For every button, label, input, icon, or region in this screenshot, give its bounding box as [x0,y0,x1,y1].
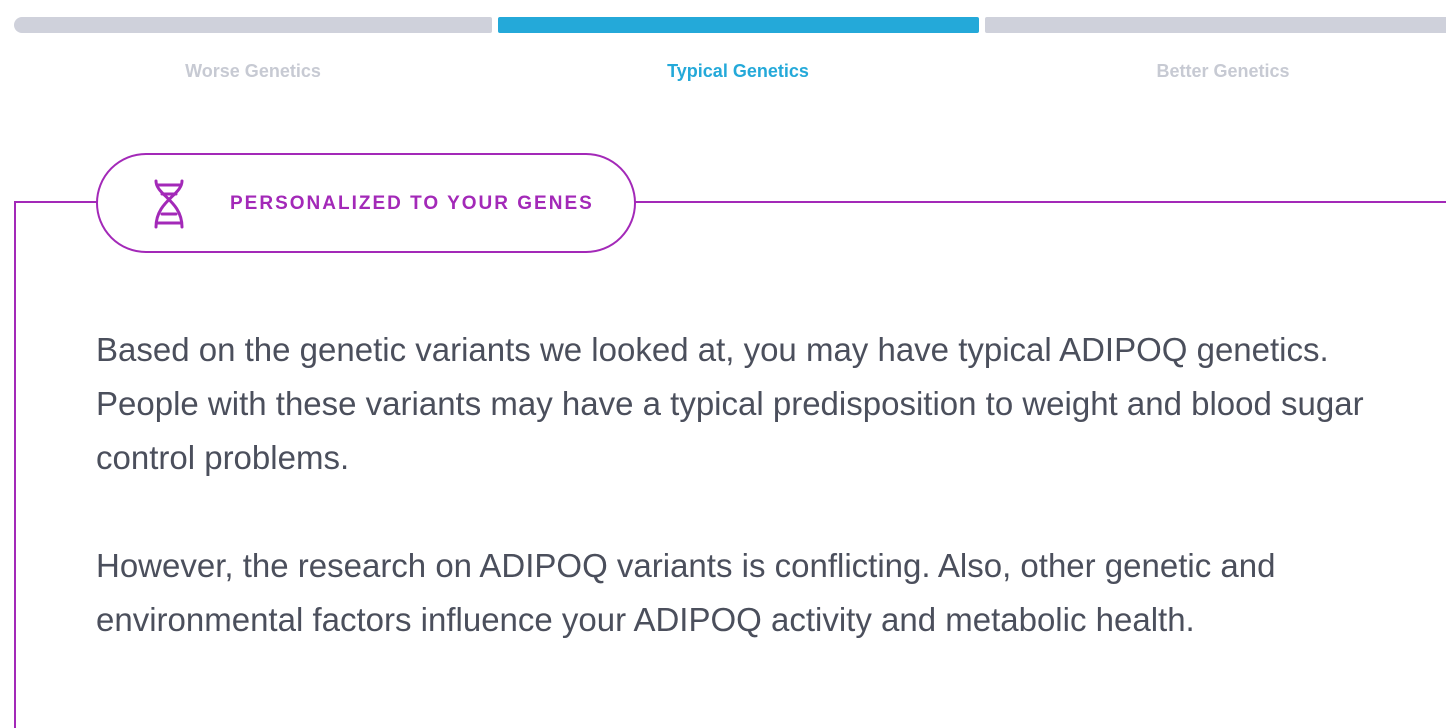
scale-segment-typical [498,17,979,33]
scale-label-typical: Typical Genetics [667,61,809,81]
scale-label-better: Better Genetics [1156,61,1290,81]
scale-segment-better [985,17,1446,33]
personalized-badge-label: PERSONALIZED TO YOUR GENES [230,193,594,214]
dna-icon [152,179,186,229]
caveat-paragraph: However, the research on ADIPOQ variants… [96,547,1276,638]
result-paragraph: Based on the genetic variants we looked … [96,331,1364,476]
scale-label-worse: Worse Genetics [185,61,321,81]
personalized-badge: PERSONALIZED TO YOUR GENES [96,153,636,253]
panel-border-left [14,201,16,728]
genetics-result-page: Worse Genetics Typical Genetics Better G… [0,0,1446,728]
scale-segment-worse [14,17,492,33]
